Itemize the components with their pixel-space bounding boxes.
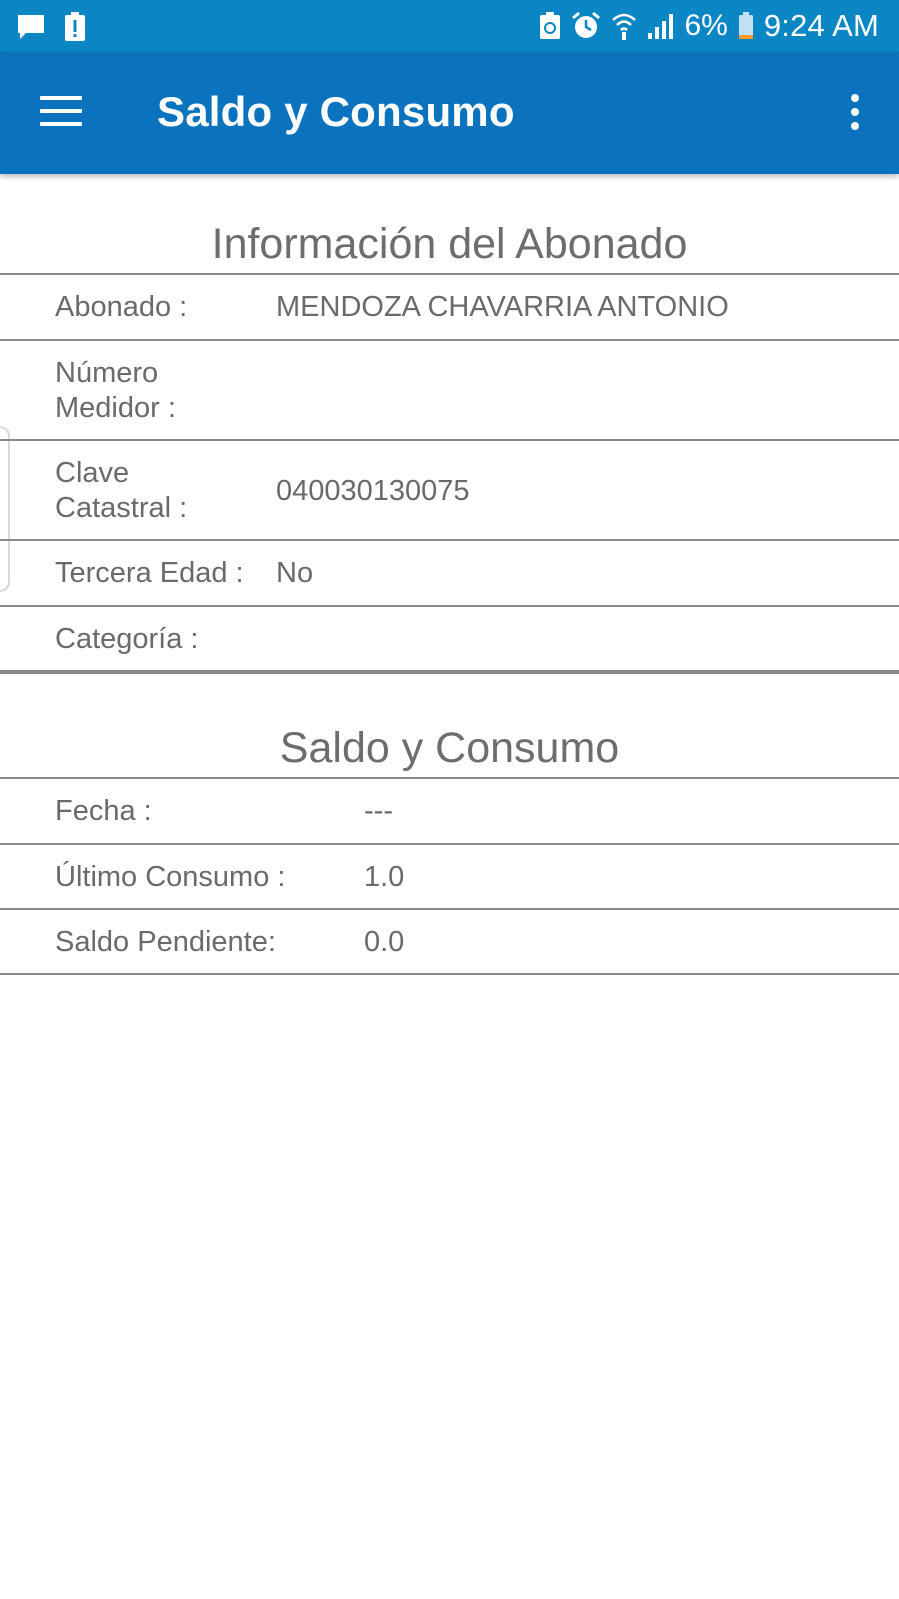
wifi-icon (611, 13, 636, 40)
cadastral-key-value: 040030130075 (276, 475, 470, 507)
date-row: Fecha : --- (0, 779, 899, 843)
date-label: Fecha : (55, 795, 152, 827)
app-bar: Saldo y Consumo (0, 52, 899, 174)
balance-section-title: Saldo y Consumo (279, 724, 620, 772)
meter-number-label-line1: Número (55, 357, 159, 389)
pending-balance-label: Saldo Pendiente: (55, 926, 276, 958)
cadastral-key-label-line1: Clave (55, 457, 130, 489)
cadastral-key-label-line2: Catastral : (55, 492, 188, 524)
subscriber-name-row: Abonado : MENDOZA CHAVARRIA ANTONIO (0, 275, 899, 339)
last-consumption-label: Último Consumo : (55, 861, 286, 893)
cadastral-key-row: Clave Catastral : 040030130075 (0, 441, 899, 539)
pending-balance-row: Saldo Pendiente: 0.0 (0, 910, 899, 973)
hamburger-menu-icon[interactable] (28, 82, 84, 142)
subscriber-name-label: Abonado : (55, 291, 188, 323)
meter-number-label-line2: Medidor : (55, 392, 176, 424)
main-content: Información del Abonado Abonado : MENDOZ… (0, 174, 899, 975)
meter-number-row: Número Medidor : (0, 341, 899, 439)
battery-percentage: 6% (684, 9, 728, 42)
app-bar-title: Saldo y Consumo (157, 88, 515, 135)
signal-icon (647, 14, 673, 39)
alarm-icon (571, 11, 600, 38)
senior-citizen-label: Tercera Edad : (55, 557, 244, 589)
category-row: Categoría : (0, 607, 899, 670)
date-value: --- (364, 795, 393, 827)
last-consumption-row: Último Consumo : 1.0 (0, 845, 899, 908)
subscriber-name-value: MENDOZA CHAVARRIA ANTONIO (276, 291, 729, 323)
battery-saver-icon (539, 12, 560, 39)
clock: 9:24 AM (763, 8, 879, 43)
status-bar: 6% 9:24 AM (0, 0, 899, 52)
message-notification-icon (18, 15, 44, 39)
pending-balance-value: 0.0 (364, 926, 405, 958)
senior-citizen-value: No (276, 557, 314, 589)
subscriber-section-title: Información del Abonado (211, 220, 688, 268)
alert-notification-icon (65, 12, 85, 41)
category-label: Categoría : (55, 623, 199, 655)
battery-icon (738, 12, 753, 39)
overflow-menu-icon[interactable] (839, 88, 869, 138)
divider (0, 973, 899, 975)
last-consumption-value: 1.0 (364, 861, 405, 893)
senior-citizen-row: Tercera Edad : No (0, 541, 899, 605)
